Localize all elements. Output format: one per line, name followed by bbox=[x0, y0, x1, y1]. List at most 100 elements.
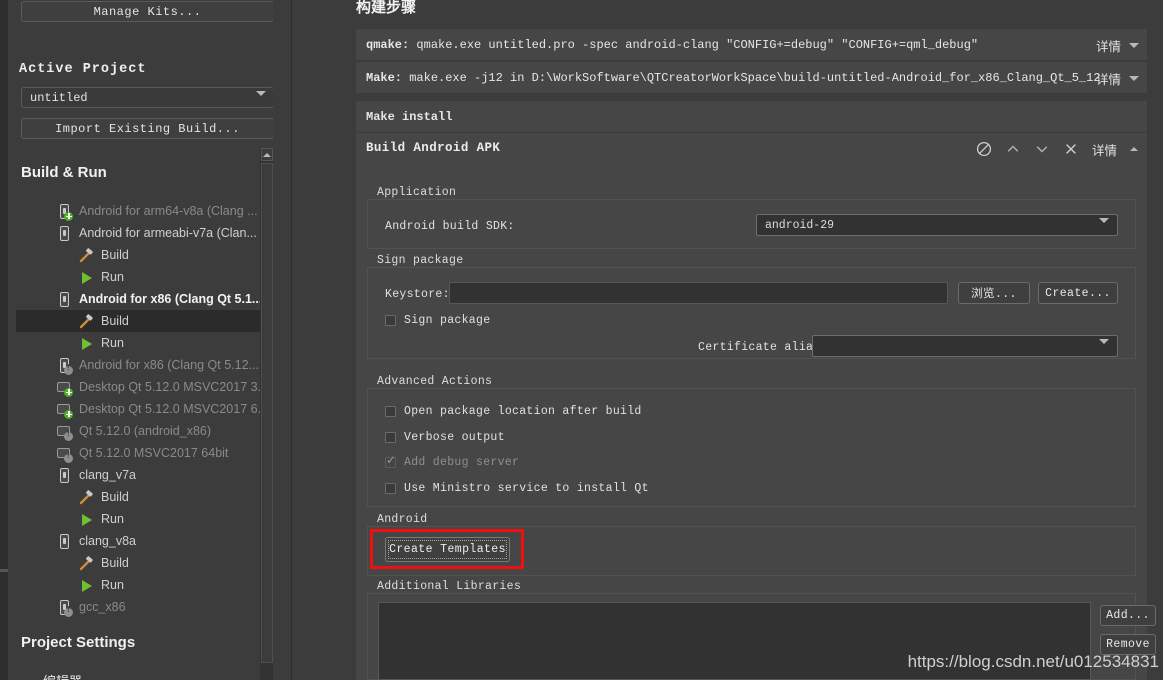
tree-item-label: Run bbox=[101, 270, 124, 284]
rail-marker bbox=[0, 569, 8, 572]
advanced-checkbox-open-package-location-after-build[interactable]: Open package location after build bbox=[385, 405, 642, 418]
hammer-icon bbox=[78, 555, 95, 572]
build-step-text: Make: make.exe -j12 in D:\WorkSoftware\Q… bbox=[366, 70, 1101, 85]
apk-panel-tools: 详情 bbox=[976, 133, 1138, 165]
qt-creator-projects-mode: Manage Kits... Active Project untitled I… bbox=[0, 0, 1163, 680]
desktop-add-icon bbox=[56, 379, 73, 397]
project-settings-item-editor[interactable]: 编辑器 bbox=[43, 671, 163, 680]
keystore-create-button[interactable]: Create... bbox=[1038, 282, 1118, 304]
tree-item-android-for-arm64-v8a-clang[interactable]: Android for arm64-v8a (Clang ... bbox=[16, 200, 268, 222]
tree-item-android-for-armeabi-v7a-clan[interactable]: Android for armeabi-v7a (Clan... bbox=[16, 222, 268, 244]
keystore-label: Keystore: bbox=[385, 288, 450, 301]
tree-item-label: clang_v8a bbox=[79, 534, 136, 548]
chevron-up-icon[interactable] bbox=[1130, 147, 1138, 151]
desktop-add-icon bbox=[56, 401, 73, 419]
sign-package-checkbox[interactable]: Sign package bbox=[385, 314, 490, 327]
hammer-icon bbox=[78, 313, 95, 330]
build-step-row[interactable]: Make install bbox=[356, 101, 1147, 133]
page-title: 构建步骤 bbox=[356, 0, 417, 16]
certificate-alias-combo[interactable] bbox=[812, 335, 1118, 357]
tree-item-label: Android for x86 (Clang Qt 5.12.... bbox=[79, 358, 263, 372]
sign-package-group-label: Sign package bbox=[377, 254, 464, 267]
active-project-combo[interactable]: untitled bbox=[21, 87, 274, 110]
run-icon bbox=[78, 269, 95, 286]
tree-item-build[interactable]: Build bbox=[16, 310, 268, 332]
tree-item-run[interactable]: Run bbox=[16, 266, 268, 288]
tree-item-run[interactable]: Run bbox=[16, 574, 268, 596]
checkbox-box bbox=[385, 483, 396, 494]
android-build-sdk-label: Android build SDK: bbox=[385, 220, 515, 233]
scroll-up-button[interactable] bbox=[261, 148, 273, 161]
tree-item-run[interactable]: Run bbox=[16, 332, 268, 354]
tree-item-gcc-x86[interactable]: gcc_x86 bbox=[16, 596, 268, 618]
android-build-sdk-combo[interactable]: android-29 bbox=[756, 214, 1118, 236]
build-step-row[interactable]: qmake: qmake.exe untitled.pro -spec andr… bbox=[356, 29, 1147, 61]
tree-item-label: Qt 5.12.0 MSVC2017 64bit bbox=[79, 446, 229, 460]
build-step-detail-toggle[interactable]: 详情 bbox=[1096, 62, 1139, 94]
create-templates-label: Create Templates bbox=[389, 543, 506, 556]
tree-item-label: gcc_x86 bbox=[79, 600, 126, 614]
build-and-run-heading: Build & Run bbox=[21, 164, 107, 181]
create-templates-button[interactable]: Create Templates bbox=[385, 537, 510, 562]
keystore-create-label: Create... bbox=[1045, 286, 1111, 300]
sidebar-gutter bbox=[273, 0, 291, 680]
tree-item-android-for-x86-clang-qt-5-1[interactable]: Android for x86 (Clang Qt 5.1... bbox=[16, 288, 268, 310]
chevron-down-icon bbox=[1129, 42, 1139, 48]
remove-icon[interactable] bbox=[1063, 141, 1079, 157]
tree-item-build[interactable]: Build bbox=[16, 552, 268, 574]
device-warn-icon bbox=[56, 599, 73, 617]
checkbox-box bbox=[385, 453, 396, 468]
run-icon bbox=[78, 335, 95, 352]
sidebar-scrollbar-thumb[interactable] bbox=[261, 163, 273, 663]
tree-item-qt-5-12-0-android-x86[interactable]: Qt 5.12.0 (android_x86) bbox=[16, 420, 268, 442]
advanced-checkbox-verbose-output[interactable]: Verbose output bbox=[385, 431, 505, 444]
tree-item-qt-5-12-0-msvc2017-64bit[interactable]: Qt 5.12.0 MSVC2017 64bit bbox=[16, 442, 268, 464]
disable-icon[interactable] bbox=[976, 141, 992, 157]
checkbox-label: Verbose output bbox=[404, 431, 505, 444]
run-icon bbox=[78, 577, 95, 594]
tree-item-label: Run bbox=[101, 336, 124, 350]
tree-item-android-for-x86-clang-qt-5-12[interactable]: Android for x86 (Clang Qt 5.12.... bbox=[16, 354, 268, 376]
keystore-input[interactable] bbox=[449, 282, 948, 304]
add-library-button[interactable]: Add... bbox=[1100, 605, 1156, 626]
advanced-actions-group-label: Advanced Actions bbox=[377, 375, 493, 388]
checkbox-box bbox=[385, 432, 396, 443]
manage-kits-button[interactable]: Manage Kits... bbox=[21, 1, 274, 22]
keystore-browse-button[interactable]: 浏览... bbox=[958, 282, 1030, 304]
run-icon bbox=[78, 511, 95, 528]
tree-item-label: Android for arm64-v8a (Clang ... bbox=[79, 204, 258, 218]
device-icon bbox=[56, 291, 73, 308]
tree-item-run[interactable]: Run bbox=[16, 508, 268, 530]
tree-item-build[interactable]: Build bbox=[16, 244, 268, 266]
checkbox-box bbox=[385, 406, 396, 417]
build-step-row[interactable]: Make: make.exe -j12 in D:\WorkSoftware\Q… bbox=[356, 62, 1147, 94]
sign-package-checkbox-label: Sign package bbox=[404, 314, 491, 327]
desktop-warn-icon bbox=[56, 423, 73, 441]
advanced-checkbox-use-ministro-service-to-install-qt[interactable]: Use Ministro service to install Qt bbox=[385, 482, 649, 495]
tree-item-desktop-qt-5-12-0-msvc2017-6[interactable]: Desktop Qt 5.12.0 MSVC2017 6... bbox=[16, 398, 268, 420]
watermark: https://blog.csdn.net/u012534831 bbox=[907, 652, 1159, 671]
chevron-down-icon bbox=[1099, 339, 1109, 357]
projects-sidebar: Manage Kits... Active Project untitled I… bbox=[8, 0, 274, 680]
detail-label: 详情 bbox=[1095, 39, 1121, 54]
tree-item-desktop-qt-5-12-0-msvc2017-3[interactable]: Desktop Qt 5.12.0 MSVC2017 3... bbox=[16, 376, 268, 398]
kits-tree[interactable]: Android for arm64-v8a (Clang ... Android … bbox=[16, 200, 268, 618]
apk-detail-label[interactable]: 详情 bbox=[1092, 140, 1117, 159]
build-step-text: Make install bbox=[366, 109, 453, 124]
tree-item-label: Desktop Qt 5.12.0 MSVC2017 3... bbox=[79, 380, 268, 394]
tree-item-label: clang_v7a bbox=[79, 468, 136, 482]
active-project-heading: Active Project bbox=[19, 62, 147, 77]
move-down-icon[interactable] bbox=[1034, 141, 1050, 157]
chevron-down-icon bbox=[1099, 218, 1109, 236]
tree-item-clang-v8a[interactable]: clang_v8a bbox=[16, 530, 268, 552]
tree-item-label: Build bbox=[101, 314, 129, 328]
build-step-text: qmake: qmake.exe untitled.pro -spec andr… bbox=[366, 37, 979, 52]
tree-item-build[interactable]: Build bbox=[16, 486, 268, 508]
tree-item-clang-v7a[interactable]: clang_v7a bbox=[16, 464, 268, 486]
import-existing-build-button[interactable]: Import Existing Build... bbox=[21, 118, 274, 139]
move-up-icon[interactable] bbox=[1005, 141, 1021, 157]
build-step-detail-toggle[interactable]: 详情 bbox=[1096, 29, 1139, 61]
active-project-value: untitled bbox=[30, 90, 88, 105]
device-warn-icon bbox=[56, 357, 73, 375]
tree-item-label: Build bbox=[101, 556, 129, 570]
